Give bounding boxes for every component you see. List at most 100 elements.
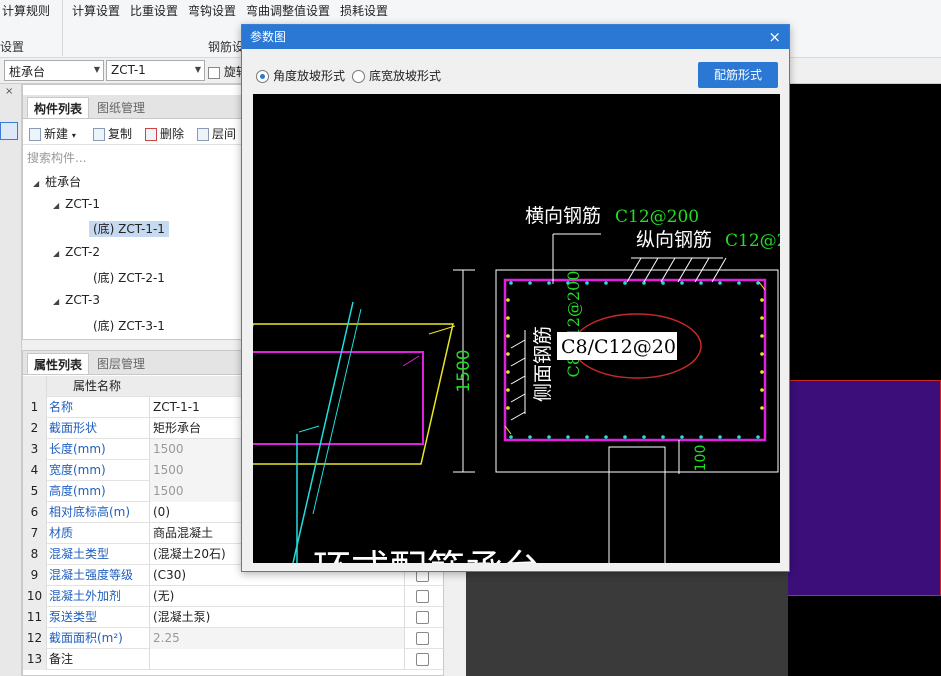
property-checkbox[interactable]: [416, 653, 429, 666]
rebar-dot: [528, 435, 532, 439]
radio-angle-slope[interactable]: 角度放坡形式: [256, 67, 345, 84]
expand-icon[interactable]: ◢: [33, 179, 39, 188]
delete-icon: [145, 128, 157, 141]
tab-layer-manager[interactable]: 图层管理: [91, 353, 151, 374]
tab-drawing-manager[interactable]: 图纸管理: [91, 97, 151, 118]
rebar-dot: [760, 406, 764, 410]
property-value[interactable]: (无): [149, 586, 405, 607]
tree-item[interactable]: (底) ZCT-3-1: [93, 317, 165, 334]
radio-unselected-icon[interactable]: [352, 70, 365, 83]
new-button[interactable]: 新建 ▾: [29, 125, 76, 142]
copy-button[interactable]: 复制: [93, 125, 132, 142]
layer-label: 层间: [212, 127, 237, 141]
header-num: [23, 376, 47, 397]
property-name: 材质: [49, 526, 74, 540]
property-name: 截面形状: [49, 421, 98, 435]
tree-item[interactable]: (底) ZCT-2-1: [93, 269, 165, 286]
component-tabs: 构件列表 图纸管理: [23, 95, 243, 119]
property-row[interactable]: 13 备注: [23, 649, 445, 670]
expand-icon[interactable]: ◢: [53, 201, 59, 210]
rebar-dot: [506, 334, 510, 338]
dialog-title-bar[interactable]: 参数图 ×: [242, 25, 789, 49]
tree-group[interactable]: ◢ ZCT-2: [53, 245, 100, 259]
tree-group[interactable]: ◢ ZCT-1: [53, 197, 100, 211]
component-list-panel: 构件列表 图纸管理 新建 ▾ 复制 删除 层间 搜索构件... ◢ 桩承台 ◢ ZC…: [22, 84, 244, 340]
property-name: 相对底标高(m): [49, 505, 131, 519]
property-row[interactable]: 12 截面面积(m²) 2.25: [23, 628, 445, 649]
rebar-form-button[interactable]: 配筋形式: [698, 62, 778, 88]
close-icon[interactable]: ×: [5, 86, 13, 97]
search-input[interactable]: 搜索构件...: [25, 147, 241, 167]
tab-component-list[interactable]: 构件列表: [27, 97, 90, 118]
property-row[interactable]: 10 混凝土外加剂 (无): [23, 586, 445, 607]
side-leaders: [510, 330, 526, 421]
tree-root[interactable]: ◢ 桩承台: [33, 173, 81, 190]
copy-label: 复制: [108, 127, 133, 141]
rebar-dot: [699, 281, 703, 285]
ribbon-weight-settings[interactable]: 比重设置: [130, 2, 178, 19]
radio-width-slope[interactable]: 底宽放坡形式: [352, 67, 441, 84]
property-name: 备注: [49, 652, 74, 666]
ribbon-calc-settings[interactable]: 计算设置: [72, 2, 120, 19]
rebar-dot: [756, 435, 760, 439]
ribbon-calc-rules[interactable]: 计算规则: [2, 2, 50, 19]
row-number: 2: [23, 418, 47, 439]
rebar-dot: [604, 281, 608, 285]
rebar-dot: [680, 281, 684, 285]
tab-property-list[interactable]: 属性列表: [27, 353, 90, 374]
tree-root-label: 桩承台: [45, 175, 82, 189]
horizontal-rebar-label: 横向钢筋: [525, 205, 601, 227]
property-checkbox[interactable]: [416, 632, 429, 645]
tree-group[interactable]: ◢ ZCT-3: [53, 293, 100, 307]
property-name: 混凝土外加剂: [49, 589, 122, 603]
property-checkbox[interactable]: [416, 611, 429, 624]
expand-icon[interactable]: ◢: [53, 249, 59, 258]
checkbox-box[interactable]: [208, 66, 220, 79]
ribbon-hook-settings[interactable]: 弯钩设置: [188, 2, 236, 19]
header-name: 属性名称: [73, 379, 122, 393]
canvas-grey-region: [466, 572, 788, 676]
tree-item-label: (底) ZCT-1-1: [89, 221, 169, 237]
drawing-title: 环式配筋承台: [313, 547, 541, 563]
delete-button[interactable]: 删除: [145, 125, 184, 142]
property-checkbox[interactable]: [416, 590, 429, 603]
property-name: 泵送类型: [49, 610, 98, 624]
row-number: 8: [23, 544, 47, 565]
rebar-dot: [699, 435, 703, 439]
rebar-dot: [566, 435, 570, 439]
panel-toggle-icon[interactable]: [0, 122, 18, 140]
leader-line: [510, 375, 526, 385]
row-number: 11: [23, 607, 47, 628]
row-number: 6: [23, 502, 47, 523]
property-value[interactable]: (混凝土泵): [149, 607, 405, 628]
ribbon-group-rebar: 钢筋设: [208, 40, 245, 54]
layer-copy-button[interactable]: 层间: [197, 125, 236, 142]
ribbon-loss-settings[interactable]: 损耗设置: [340, 2, 388, 19]
parameter-drawing: 1500 100 横向钢筋 C12@200 纵向钢筋 C12@2 侧面钢筋 C: [253, 94, 780, 563]
close-icon[interactable]: ×: [768, 25, 781, 49]
rebar-dot: [528, 281, 532, 285]
category-select[interactable]: 桩承台 ▼: [4, 60, 104, 81]
rebar-dot: [506, 352, 510, 356]
rebar-dot: [737, 281, 741, 285]
tree-item[interactable]: (底) ZCT-1-1: [89, 220, 169, 237]
radio-selected-icon[interactable]: [256, 70, 269, 83]
category-value: 桩承台: [9, 65, 46, 79]
property-value[interactable]: 2.25: [149, 628, 405, 649]
component-select[interactable]: ZCT-1 ▼: [106, 60, 205, 81]
rebar-dot: [509, 281, 513, 285]
property-value[interactable]: [149, 649, 405, 670]
ribbon-bend-adjust-settings[interactable]: 弯曲调整值设置: [246, 2, 330, 19]
chevron-down-icon: ▼: [194, 65, 201, 74]
rebar-dot: [585, 281, 589, 285]
rebar-dot: [585, 435, 589, 439]
expand-icon[interactable]: ◢: [53, 297, 59, 306]
rebar-dot: [642, 435, 646, 439]
property-row[interactable]: 11 泵送类型 (混凝土泵): [23, 607, 445, 628]
height-dimension: 1500: [454, 349, 474, 392]
leader-line: [510, 411, 526, 421]
component-shape[interactable]: [787, 380, 941, 596]
rebar-dot: [623, 281, 627, 285]
rebar-dot: [547, 281, 551, 285]
property-name: 长度(mm): [49, 442, 106, 456]
